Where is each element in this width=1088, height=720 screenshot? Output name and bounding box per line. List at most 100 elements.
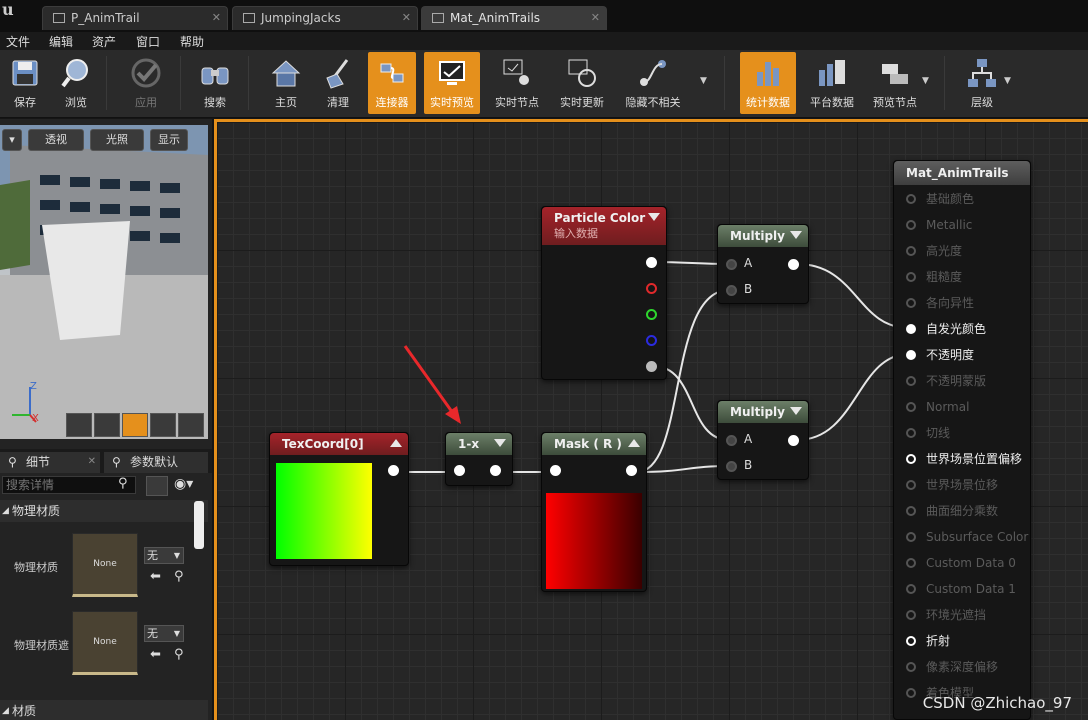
- clean-button[interactable]: 清理: [314, 52, 362, 114]
- details-search-input[interactable]: [2, 476, 136, 494]
- result-input-row[interactable]: Normal: [904, 397, 969, 417]
- live-nodes-button[interactable]: 实时节点: [488, 52, 546, 114]
- result-input-row[interactable]: 切线: [904, 423, 950, 443]
- result-input-row[interactable]: Custom Data 1: [904, 579, 1016, 599]
- result-input-row[interactable]: 粗糙度: [904, 267, 962, 287]
- scrollbar-thumb[interactable]: [194, 501, 204, 549]
- tab-p-animtrail[interactable]: P_AnimTrail ✕: [42, 6, 228, 30]
- menu-file[interactable]: 文件: [6, 33, 30, 50]
- node-particle-color[interactable]: Particle Color 输入数据: [541, 206, 667, 380]
- search-icon[interactable]: ⚲: [174, 569, 184, 584]
- output-pin[interactable]: [388, 465, 399, 476]
- close-icon[interactable]: ✕: [402, 7, 411, 29]
- stats-button[interactable]: 统计数据: [740, 52, 796, 114]
- result-input-row[interactable]: 基础颜色: [904, 189, 974, 209]
- node-material-result[interactable]: Mat_AnimTrails 基础颜色 Metallic 高光度 粗糙度 各向异性 自发光…: [893, 160, 1031, 720]
- viewport-menu-button[interactable]: ▾: [2, 129, 22, 151]
- input-pin-icon[interactable]: [906, 246, 916, 256]
- result-input-row[interactable]: Subsurface Color: [904, 527, 1028, 547]
- result-input-row[interactable]: 环境光遮挡: [904, 605, 986, 625]
- chevron-down-icon[interactable]: ▼: [1004, 76, 1011, 86]
- category-physical-material[interactable]: ◢ 物理材质: [0, 500, 208, 522]
- output-pin[interactable]: [490, 465, 501, 476]
- menu-help[interactable]: 帮助: [180, 33, 204, 50]
- input-pin-icon[interactable]: [906, 428, 916, 438]
- result-input-row[interactable]: Custom Data 0: [904, 553, 1016, 573]
- cylinder-shape-button[interactable]: [66, 413, 92, 437]
- category-material[interactable]: ◢ 材质: [0, 700, 208, 720]
- search-icon[interactable]: ⚲: [174, 647, 184, 662]
- result-input-row[interactable]: 不透明蒙版: [904, 371, 986, 391]
- chevron-down-icon[interactable]: [790, 407, 802, 415]
- custom-mesh-button[interactable]: [178, 413, 204, 437]
- input-pin-icon[interactable]: [906, 194, 916, 204]
- result-input-row[interactable]: 折射: [904, 631, 950, 651]
- input-pin-icon[interactable]: [906, 376, 916, 386]
- input-pin-a[interactable]: [726, 259, 737, 270]
- output-pin[interactable]: [788, 435, 799, 446]
- menu-asset[interactable]: 资产: [92, 33, 116, 50]
- tab-mat-animtrails[interactable]: Mat_AnimTrails ✕: [421, 6, 607, 30]
- search-button[interactable]: 搜索: [190, 52, 240, 114]
- result-input-row[interactable]: 像素深度偏移: [904, 657, 998, 677]
- live-preview-button[interactable]: 实时预览: [424, 52, 480, 114]
- input-pin-b[interactable]: [726, 285, 737, 296]
- close-icon[interactable]: ✕: [591, 7, 600, 29]
- node-texcoord[interactable]: TexCoord[0]: [269, 432, 409, 566]
- physical-material-combo[interactable]: 无 ▼: [144, 547, 184, 564]
- input-pin-icon[interactable]: [906, 454, 916, 464]
- output-pin-g[interactable]: [646, 309, 657, 320]
- input-pin-icon[interactable]: [906, 480, 916, 490]
- output-pin-rgb[interactable]: [646, 257, 657, 268]
- perspective-button[interactable]: 透视: [28, 129, 84, 151]
- hide-unrelated-button[interactable]: 隐藏不相关: [620, 52, 686, 114]
- physical-material-mask-combo[interactable]: 无 ▼: [144, 625, 184, 642]
- platform-stats-button[interactable]: 平台数据: [804, 52, 860, 114]
- apply-button[interactable]: 应用: [120, 52, 172, 114]
- menu-edit[interactable]: 编辑: [49, 33, 73, 50]
- result-input-row[interactable]: 自发光颜色: [904, 319, 986, 339]
- menu-window[interactable]: 窗口: [136, 33, 160, 50]
- input-pin-icon[interactable]: [906, 688, 916, 698]
- output-pin[interactable]: [788, 259, 799, 270]
- preview-viewport[interactable]: ▾ 透视 光照 显示 Z X: [0, 125, 208, 439]
- input-pin-icon[interactable]: [906, 350, 916, 360]
- chevron-down-icon[interactable]: [790, 231, 802, 239]
- output-pin-a[interactable]: [646, 361, 657, 372]
- hierarchy-button[interactable]: 层级: [958, 52, 1006, 114]
- arrow-left-icon[interactable]: ⬅: [150, 647, 161, 662]
- input-pin-icon[interactable]: [906, 532, 916, 542]
- preview-nodes-button[interactable]: 预览节点: [866, 52, 924, 114]
- result-input-row[interactable]: 世界场景位置偏移: [904, 449, 1022, 469]
- arrow-left-icon[interactable]: ⬅: [150, 569, 161, 584]
- result-input-row[interactable]: 各向异性: [904, 293, 974, 313]
- input-pin-icon[interactable]: [906, 298, 916, 308]
- tab-details[interactable]: ⚲ 细节 ✕: [0, 452, 100, 473]
- cube-shape-button[interactable]: [150, 413, 176, 437]
- node-one-minus[interactable]: 1-x: [445, 432, 513, 486]
- node-multiply-1[interactable]: Multiply A B: [717, 224, 809, 304]
- chevron-up-icon[interactable]: [390, 439, 402, 447]
- tab-jumpingjacks[interactable]: JumpingJacks ✕: [232, 6, 418, 30]
- live-update-button[interactable]: 实时更新: [552, 52, 612, 114]
- connector-button[interactable]: 连接器: [368, 52, 416, 114]
- input-pin-icon[interactable]: [906, 636, 916, 646]
- chevron-down-icon[interactable]: [494, 439, 506, 447]
- eye-icon[interactable]: ◉▾: [174, 476, 193, 492]
- result-input-row[interactable]: 曲面细分乘数: [904, 501, 998, 521]
- result-input-row[interactable]: 不透明度: [904, 345, 974, 365]
- output-pin-r[interactable]: [646, 283, 657, 294]
- browse-button[interactable]: 浏览: [52, 52, 100, 114]
- node-multiply-2[interactable]: Multiply A B: [717, 400, 809, 480]
- result-input-row[interactable]: 世界场景位移: [904, 475, 998, 495]
- show-button[interactable]: 显示: [150, 129, 188, 151]
- input-pin-icon[interactable]: [906, 662, 916, 672]
- output-pin[interactable]: [626, 465, 637, 476]
- chevron-down-icon[interactable]: ▼: [922, 76, 929, 86]
- input-pin-b[interactable]: [726, 461, 737, 472]
- plane-shape-button[interactable]: [122, 413, 148, 437]
- sphere-shape-button[interactable]: [94, 413, 120, 437]
- physical-material-mask-thumbnail[interactable]: None: [72, 611, 138, 675]
- input-pin-icon[interactable]: [906, 584, 916, 594]
- input-pin-icon[interactable]: [906, 610, 916, 620]
